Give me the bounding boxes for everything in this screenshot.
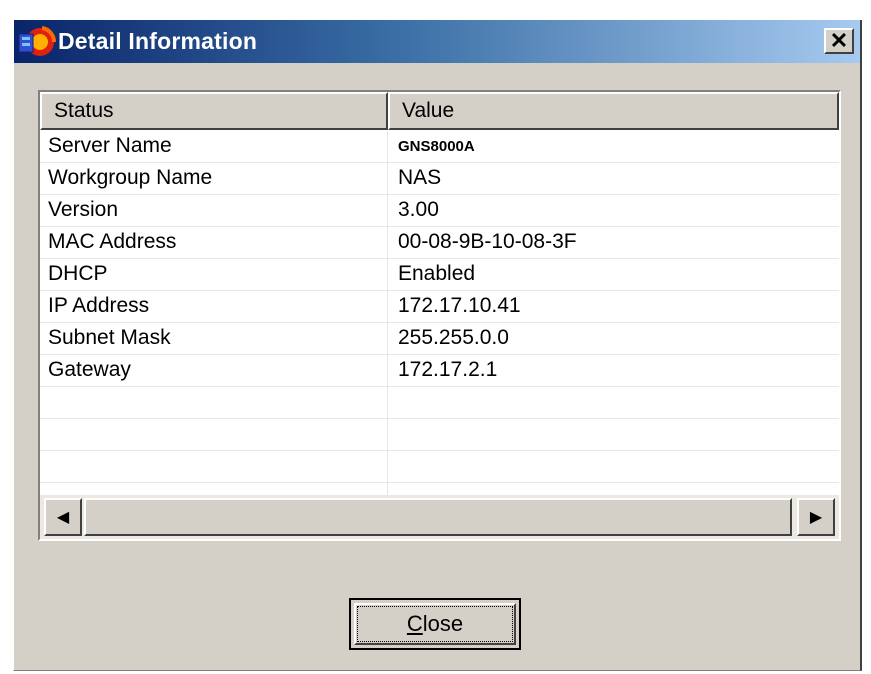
table-row[interactable]: DHCP Enabled (40, 259, 839, 291)
status-cell: DHCP (48, 262, 108, 285)
table-row[interactable]: Workgroup Name NAS (40, 163, 839, 195)
table-row[interactable]: Version 3.00 (40, 195, 839, 227)
table-row-empty[interactable] (40, 451, 839, 483)
table-row[interactable]: Server Name GNS8000A (40, 131, 839, 163)
value-cell: 172.17.2.1 (398, 358, 498, 381)
table-rows: Server Name GNS8000A Workgroup Name NAS … (40, 131, 839, 483)
status-cell: IP Address (48, 294, 150, 317)
close-button-label: Close (357, 606, 513, 642)
value-cell: 3.00 (398, 198, 439, 221)
window-title: Detail Information (58, 28, 258, 54)
status-cell: Workgroup Name (48, 166, 213, 189)
value-cell: Enabled (398, 262, 476, 285)
scrollbar-thumb[interactable] (84, 498, 792, 536)
horizontal-scrollbar[interactable]: ◀ ▶ (40, 495, 839, 539)
table-row[interactable]: IP Address 172.17.10.41 (40, 291, 839, 323)
status-cell: Version (48, 198, 119, 221)
close-icon[interactable]: ✕ (824, 28, 854, 54)
close-button[interactable]: Close (349, 598, 521, 650)
detail-list-view[interactable]: Status Value Server Name GNS8000A Workgr… (38, 90, 841, 541)
status-cell: Gateway (48, 358, 131, 381)
close-label-rest: lose (422, 611, 464, 636)
scroll-right-icon[interactable]: ▶ (797, 498, 835, 536)
nas-app-icon (16, 22, 57, 62)
column-header-status[interactable]: Status (40, 92, 388, 130)
table-row[interactable]: Subnet Mask 255.255.0.0 (40, 323, 839, 355)
status-cell: Server Name (48, 134, 172, 157)
value-cell: NAS (398, 166, 442, 189)
close-mnemonic: C (406, 611, 423, 636)
value-cell: GNS8000A (398, 138, 475, 155)
table-row-empty[interactable] (40, 419, 839, 451)
table-row[interactable]: MAC Address 00-08-9B-10-08-3F (40, 227, 839, 259)
value-cell: 255.255.0.0 (398, 326, 509, 349)
value-cell: 00-08-9B-10-08-3F (398, 230, 577, 253)
column-header-value[interactable]: Value (388, 92, 839, 130)
status-cell: MAC Address (48, 230, 177, 253)
status-cell: Subnet Mask (48, 326, 171, 349)
table-row-empty[interactable] (40, 387, 839, 419)
table-row[interactable]: Gateway 172.17.2.1 (40, 355, 839, 387)
value-cell: 172.17.10.41 (398, 294, 521, 317)
scroll-left-icon[interactable]: ◀ (44, 498, 82, 536)
detail-information-dialog: Detail Information ✕ Status Value Server… (13, 20, 862, 671)
title-bar[interactable]: Detail Information ✕ (14, 20, 860, 63)
